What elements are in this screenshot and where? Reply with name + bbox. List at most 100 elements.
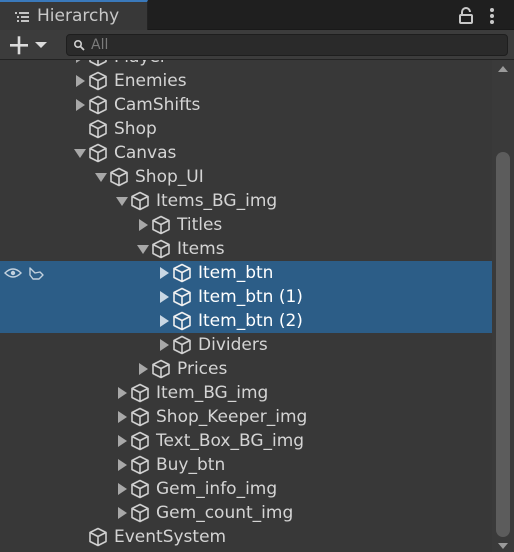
- tree-row[interactable]: Titles: [0, 213, 492, 237]
- scrollbar-thumb[interactable]: [496, 152, 510, 537]
- expanded-arrow-icon[interactable]: [116, 195, 128, 207]
- tree-item-label: Gem_count_img: [156, 503, 294, 523]
- collapsed-arrow-icon[interactable]: [158, 315, 170, 327]
- gameobject-cube-icon: [152, 215, 170, 235]
- search-field[interactable]: [66, 34, 508, 56]
- gameobject-cube-icon: [131, 479, 149, 499]
- gameobject-cube-icon: [89, 71, 107, 91]
- gameobject-cube-icon: [131, 407, 149, 427]
- pickable-hand-icon[interactable]: [27, 266, 45, 280]
- tree-item-label: EventSystem: [114, 527, 227, 547]
- collapsed-arrow-icon[interactable]: [137, 363, 149, 375]
- tree-item-label: Buy_btn: [156, 455, 226, 475]
- collapsed-arrow-icon[interactable]: [116, 411, 128, 423]
- search-input[interactable]: [91, 36, 491, 54]
- visibility-eye-icon[interactable]: [4, 267, 22, 279]
- gameobject-cube-icon: [152, 359, 170, 379]
- tree-row[interactable]: Items_BG_img: [0, 189, 492, 213]
- tree-row[interactable]: Gem_info_img: [0, 477, 492, 501]
- collapsed-arrow-icon[interactable]: [116, 483, 128, 495]
- gameobject-cube-icon: [131, 383, 149, 403]
- plus-icon: [10, 36, 28, 55]
- tree-row[interactable]: Buy_btn: [0, 453, 492, 477]
- tab-hierarchy[interactable]: Hierarchy: [0, 0, 148, 30]
- gameobject-cube-icon: [152, 239, 170, 259]
- gameobject-cube-icon: [173, 287, 191, 307]
- tree-row[interactable]: Prices: [0, 357, 492, 381]
- tree-row[interactable]: Items: [0, 237, 492, 261]
- tree-item-label: Shop_Keeper_img: [156, 407, 308, 427]
- scroll-up-arrow-icon[interactable]: [497, 65, 509, 73]
- tree-row[interactable]: Gem_count_img: [0, 501, 492, 525]
- tree-item-label: Player: [114, 60, 167, 69]
- tree-item-label: Shop: [114, 119, 157, 139]
- lock-icon[interactable]: [458, 7, 474, 24]
- collapsed-arrow-icon[interactable]: [137, 219, 149, 231]
- tree-row[interactable]: Shop: [0, 117, 492, 141]
- panel-title: Hierarchy: [37, 6, 120, 26]
- tree-row[interactable]: Item_btn: [0, 261, 492, 285]
- gameobject-cube-icon: [89, 527, 107, 547]
- tree-item-label: Canvas: [114, 143, 177, 163]
- tree-item-label: Prices: [177, 359, 228, 379]
- tree-item-label: Shop_UI: [135, 167, 204, 187]
- tree-item-label: Item_BG_img: [156, 383, 269, 403]
- gameobject-cube-icon: [89, 60, 107, 67]
- expanded-arrow-icon[interactable]: [95, 171, 107, 183]
- tree-item-label: Gem_info_img: [156, 479, 278, 499]
- gameobject-cube-icon: [173, 335, 191, 355]
- hierarchy-toolbar: [0, 30, 514, 60]
- search-icon: [73, 39, 85, 51]
- collapsed-arrow-icon[interactable]: [158, 267, 170, 279]
- tree-row[interactable]: CamShifts: [0, 93, 492, 117]
- tree-row[interactable]: Dividers: [0, 333, 492, 357]
- tree-item-label: Text_Box_BG_img: [156, 431, 305, 451]
- tree-row[interactable]: EventSystem: [0, 525, 492, 549]
- tree-item-label: Item_btn: [198, 263, 274, 283]
- tree-item-label: CamShifts: [114, 95, 201, 115]
- gameobject-cube-icon: [89, 95, 107, 115]
- collapsed-arrow-icon[interactable]: [74, 75, 86, 87]
- gameobject-cube-icon: [131, 431, 149, 451]
- collapsed-arrow-icon[interactable]: [116, 507, 128, 519]
- tree-item-label: Item_btn (2): [198, 311, 303, 331]
- tree-row[interactable]: Enemies: [0, 69, 492, 93]
- gameobject-cube-icon: [89, 119, 107, 139]
- tree-row[interactable]: Item_BG_img: [0, 381, 492, 405]
- tree-row[interactable]: Shop_Keeper_img: [0, 405, 492, 429]
- collapsed-arrow-icon[interactable]: [74, 99, 86, 111]
- panel-tab-bar: Hierarchy: [0, 0, 514, 30]
- gameobject-cube-icon: [173, 263, 191, 283]
- collapsed-arrow-icon[interactable]: [74, 60, 86, 63]
- scroll-down-arrow-icon[interactable]: [497, 542, 509, 550]
- tree-item-label: Dividers: [198, 335, 268, 355]
- tree-row[interactable]: Canvas: [0, 141, 492, 165]
- expanded-arrow-icon[interactable]: [137, 243, 149, 255]
- tree-row[interactable]: Shop_UI: [0, 165, 492, 189]
- vertical-scrollbar[interactable]: [492, 60, 514, 552]
- hierarchy-tree: Player Enemies CamShifts Shop Canvas Shop_UI I…: [0, 60, 514, 552]
- gameobject-cube-icon: [131, 503, 149, 523]
- tree-item-label: Enemies: [114, 71, 187, 91]
- gameobject-cube-icon: [173, 311, 191, 331]
- expanded-arrow-icon[interactable]: [74, 147, 86, 159]
- tree-row[interactable]: Item_btn (2): [0, 309, 492, 333]
- collapsed-arrow-icon[interactable]: [116, 459, 128, 471]
- tree-item-label: Item_btn (1): [198, 287, 303, 307]
- gameobject-cube-icon: [110, 167, 128, 187]
- tree-item-label: Items_BG_img: [156, 191, 278, 211]
- tree-row[interactable]: Text_Box_BG_img: [0, 429, 492, 453]
- tree-item-label: Items: [177, 239, 225, 259]
- tree-row[interactable]: Item_btn (1): [0, 285, 492, 309]
- collapsed-arrow-icon[interactable]: [158, 291, 170, 303]
- chevron-down-icon: [35, 42, 47, 48]
- hierarchy-list-icon: [15, 12, 29, 22]
- gameobject-cube-icon: [131, 455, 149, 475]
- gameobject-cube-icon: [89, 143, 107, 163]
- tree-row[interactable]: Player: [0, 60, 492, 69]
- more-vertical-icon[interactable]: [488, 7, 496, 24]
- collapsed-arrow-icon[interactable]: [116, 387, 128, 399]
- collapsed-arrow-icon[interactable]: [116, 435, 128, 447]
- collapsed-arrow-icon[interactable]: [158, 339, 170, 351]
- create-dropdown-button[interactable]: [7, 34, 51, 56]
